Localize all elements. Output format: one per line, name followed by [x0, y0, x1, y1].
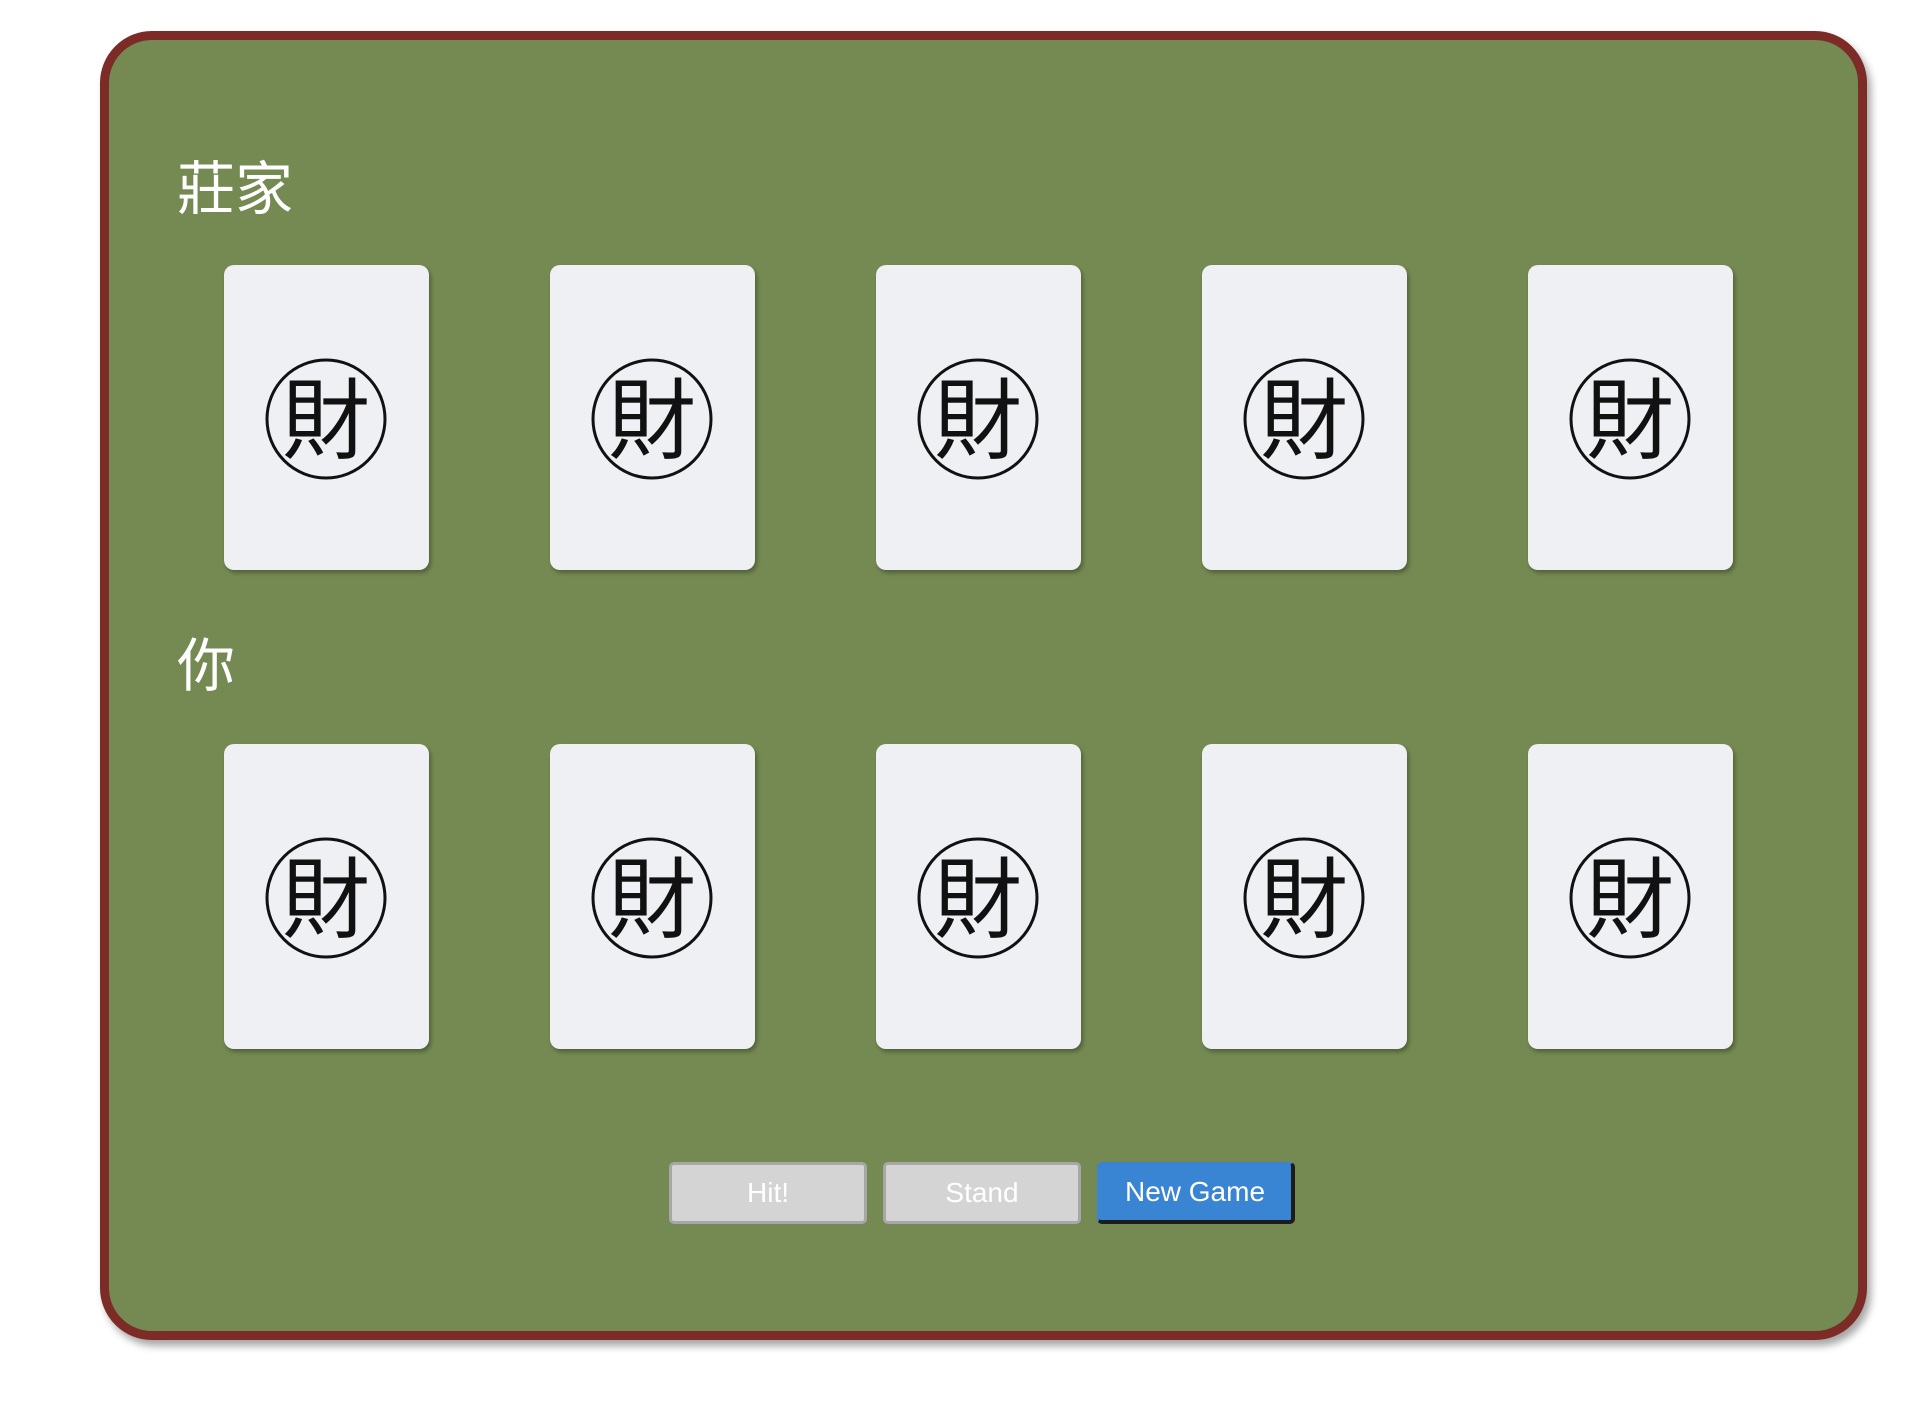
- card-back-emblem-icon: 財: [916, 357, 1040, 481]
- card-back-emblem-text: 財: [608, 849, 696, 952]
- player-card-back: 財: [224, 744, 429, 1049]
- card-back-emblem-icon: 財: [264, 836, 388, 960]
- card-back-emblem-icon: 財: [264, 357, 388, 481]
- card-back-emblem-text: 財: [282, 849, 370, 952]
- card-back-emblem-text: 財: [1586, 849, 1674, 952]
- stand-button[interactable]: Stand: [883, 1162, 1081, 1224]
- game-table: 莊家 財財財財財 你 財財財財財 Hit! Stand New Game: [100, 31, 1867, 1340]
- card-back-emblem-icon: 財: [1568, 357, 1692, 481]
- card-back-emblem-icon: 財: [916, 836, 1040, 960]
- player-card-back: 財: [550, 744, 755, 1049]
- card-back-emblem-text: 財: [1586, 370, 1674, 473]
- card-back-emblem-text: 財: [608, 370, 696, 473]
- card-back-emblem-text: 財: [934, 370, 1022, 473]
- hit-button[interactable]: Hit!: [669, 1162, 867, 1224]
- dealer-card-back: 財: [550, 265, 755, 570]
- new-game-button[interactable]: New Game: [1097, 1162, 1295, 1224]
- card-back-emblem-icon: 財: [1242, 836, 1366, 960]
- player-label: 你: [177, 632, 236, 700]
- dealer-card-back: 財: [876, 265, 1081, 570]
- player-card-back: 財: [1202, 744, 1407, 1049]
- player-card-back: 財: [876, 744, 1081, 1049]
- card-back-emblem-text: 財: [1260, 849, 1348, 952]
- card-back-emblem-icon: 財: [1242, 357, 1366, 481]
- dealer-card-back: 財: [1202, 265, 1407, 570]
- dealer-card-back: 財: [1528, 265, 1733, 570]
- card-back-emblem-text: 財: [934, 849, 1022, 952]
- card-back-emblem-text: 財: [282, 370, 370, 473]
- game-controls: Hit! Stand New Game: [669, 1162, 1309, 1226]
- card-back-emblem-icon: 財: [1568, 836, 1692, 960]
- card-back-emblem-icon: 財: [590, 836, 714, 960]
- dealer-label: 莊家: [177, 155, 294, 223]
- card-back-emblem-icon: 財: [590, 357, 714, 481]
- dealer-card-back: 財: [224, 265, 429, 570]
- player-card-back: 財: [1528, 744, 1733, 1049]
- card-back-emblem-text: 財: [1260, 370, 1348, 473]
